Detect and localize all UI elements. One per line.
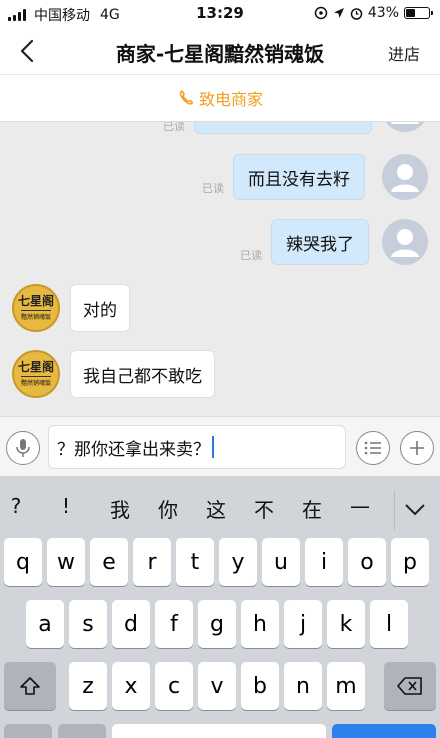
battery-percent: 43%	[367, 5, 399, 21]
enter-shop-button[interactable]: 进店	[388, 41, 420, 65]
key-q[interactable]: q	[4, 538, 42, 586]
read-receipt-partial: 已读	[163, 122, 185, 133]
message-bubble-me[interactable]: 而且没有去籽	[233, 154, 365, 200]
key-o[interactable]: o	[348, 538, 386, 586]
shop-avatar[interactable]: 七星阁 黯然销魂饭	[12, 284, 60, 332]
message-bubble-partial	[194, 122, 372, 134]
call-merchant-button[interactable]: 致电商家	[0, 74, 440, 122]
key-y[interactable]: y	[219, 538, 257, 586]
key-c[interactable]: c	[155, 662, 193, 710]
battery-icon	[404, 7, 433, 19]
emoji-list-icon	[364, 441, 381, 455]
key-space[interactable]	[112, 724, 326, 738]
candidate[interactable]: 你	[148, 494, 188, 523]
key-r[interactable]: r	[133, 538, 171, 586]
read-receipt: 已读	[202, 182, 224, 195]
key-t[interactable]: t	[176, 538, 214, 586]
key-b[interactable]: b	[241, 662, 279, 710]
key-k[interactable]: k	[327, 600, 365, 648]
read-receipt: 已读	[240, 249, 262, 262]
shift-key[interactable]	[4, 662, 56, 710]
message-input[interactable]: ？那你还拿出来卖？	[48, 425, 346, 469]
rotation-lock-icon	[314, 6, 328, 20]
candidate-bar: ? ! 我 你 这 不 在 —	[0, 484, 440, 532]
battery-fill	[406, 9, 415, 17]
user-avatar-icon[interactable]	[382, 122, 428, 132]
shop-avatar-line2: 黯然销魂饭	[20, 376, 51, 387]
key-g[interactable]: g	[198, 600, 236, 648]
key-z[interactable]: z	[69, 662, 107, 710]
key-n[interactable]: n	[284, 662, 322, 710]
key-u[interactable]: u	[262, 538, 300, 586]
key-m[interactable]: m	[327, 662, 365, 710]
status-bar: 中国移动 4G 13:29 43%	[0, 0, 440, 28]
key-w[interactable]: w	[47, 538, 85, 586]
nav-bar: 商家-七星阁黯然销魂饭 进店	[0, 28, 440, 74]
shop-avatar[interactable]: 七星阁 黯然销魂饭	[12, 350, 60, 398]
key-d[interactable]: d	[112, 600, 150, 648]
voice-button[interactable]	[6, 431, 40, 465]
candidate[interactable]: —	[340, 494, 380, 518]
input-bar: ？那你还拿出来卖？	[0, 416, 440, 476]
key-e[interactable]: e	[90, 538, 128, 586]
user-avatar-icon[interactable]	[382, 154, 428, 200]
keyboard: ? ! 我 你 这 不 在 — q w e r t y u i o p a s …	[0, 476, 440, 738]
candidate[interactable]: 在	[292, 494, 332, 523]
message-bubble-me[interactable]: 辣哭我了	[271, 219, 369, 265]
candidate[interactable]: 不	[244, 494, 284, 523]
key-f[interactable]: f	[155, 600, 193, 648]
delete-key[interactable]	[384, 662, 436, 710]
candidate[interactable]: 这	[196, 494, 236, 523]
chevron-down-icon	[404, 504, 425, 516]
text-caret	[212, 436, 214, 458]
candidate[interactable]: 我	[100, 494, 140, 523]
key-i[interactable]: i	[305, 538, 343, 586]
key-send[interactable]	[332, 724, 436, 738]
expand-candidates-button[interactable]	[394, 490, 434, 530]
key-l[interactable]: l	[370, 600, 408, 648]
message-bubble-shop[interactable]: 对的	[70, 284, 130, 332]
key-s[interactable]: s	[69, 600, 107, 648]
key-j[interactable]: j	[284, 600, 322, 648]
plus-icon	[410, 441, 424, 455]
page-title: 商家-七星阁黯然销魂饭	[115, 42, 325, 66]
location-icon	[333, 8, 344, 18]
candidate[interactable]: ?	[0, 494, 36, 518]
key-p[interactable]: p	[391, 538, 429, 586]
key-v[interactable]: v	[198, 662, 236, 710]
phone-icon	[179, 90, 194, 105]
shop-avatar-line1: 七星阁	[17, 360, 54, 374]
shift-icon	[20, 677, 40, 695]
key-x[interactable]: x	[112, 662, 150, 710]
candidate[interactable]: !	[46, 494, 86, 518]
message-input-value: ？那你还拿出来卖？	[57, 439, 210, 460]
key-globe[interactable]	[58, 724, 106, 738]
key-123[interactable]	[4, 724, 52, 738]
plus-button[interactable]	[400, 431, 434, 465]
shop-avatar-line2: 黯然销魂饭	[20, 310, 51, 321]
status-right: 43%	[314, 5, 433, 21]
emoji-list-button[interactable]	[356, 431, 390, 465]
delete-icon	[397, 677, 422, 695]
back-icon[interactable]	[14, 37, 42, 65]
alarm-icon	[350, 7, 363, 20]
voice-icon	[16, 439, 30, 457]
chat-area[interactable]: 已读 已读 而且没有去籽 已读 辣哭我了 七星阁 黯然销魂饭 对的 七星阁 黯然…	[0, 122, 440, 416]
shop-avatar-line1: 七星阁	[17, 294, 54, 308]
message-bubble-shop[interactable]: 我自己都不敢吃	[70, 350, 215, 398]
user-avatar-icon[interactable]	[382, 219, 428, 265]
key-a[interactable]: a	[26, 600, 64, 648]
key-h[interactable]: h	[241, 600, 279, 648]
call-merchant-label: 致电商家	[198, 90, 263, 109]
